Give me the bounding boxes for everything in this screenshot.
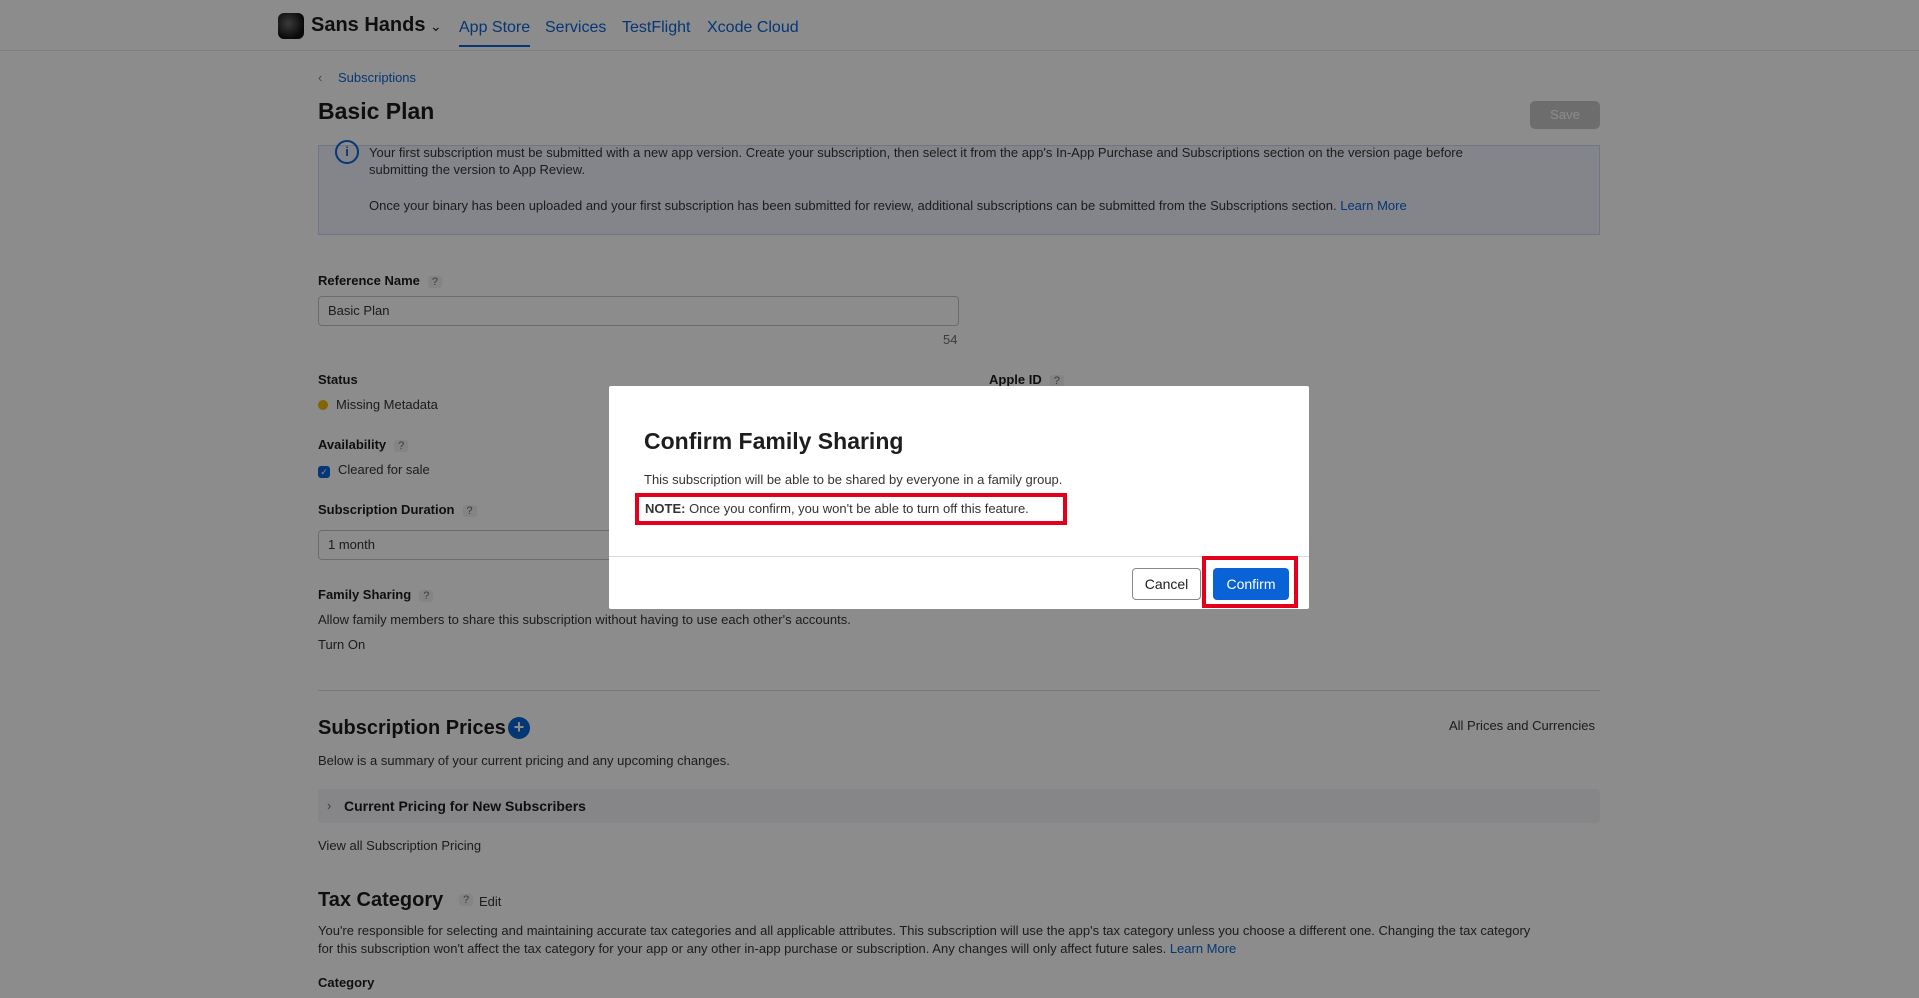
- dialog-title: Confirm Family Sharing: [644, 428, 904, 454]
- dialog-note: NOTE: Once you confirm, you won't be abl…: [635, 493, 1067, 525]
- cancel-button[interactable]: Cancel: [1132, 568, 1201, 600]
- confirm-button[interactable]: Confirm: [1213, 568, 1289, 600]
- dialog-description: This subscription will be able to be sha…: [644, 472, 1063, 487]
- note-text: Once you confirm, you won't be able to t…: [689, 501, 1029, 516]
- note-label: NOTE:: [645, 501, 686, 516]
- confirm-family-sharing-dialog: Confirm Family Sharing This subscription…: [609, 386, 1309, 609]
